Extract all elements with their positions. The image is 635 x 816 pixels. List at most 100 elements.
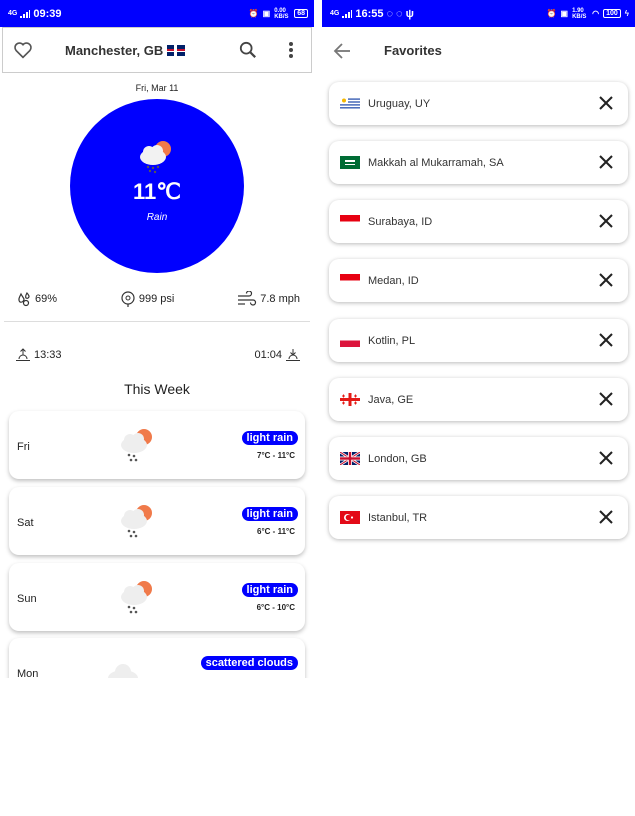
forecast-card-mon[interactable]: Mon scattered clouds <box>9 638 305 678</box>
gb-flag-icon <box>167 44 186 56</box>
favorite-item[interactable]: Surabaya, ID <box>329 200 628 243</box>
wind-icon <box>238 291 257 306</box>
close-icon[interactable] <box>598 95 614 111</box>
rain-cloud-icon <box>140 141 171 174</box>
condition-badge: scattered clouds <box>200 656 298 670</box>
more-options-button[interactable] <box>279 38 303 62</box>
battery-icon: 100 <box>603 9 621 18</box>
app-bar: Manchester, GB <box>2 27 312 73</box>
whatsapp-icon: ◌ <box>386 7 394 20</box>
signal-icon <box>20 9 31 18</box>
favorite-item[interactable]: Makkah al Mukarramah, SA <box>329 141 628 184</box>
sunset-icon <box>286 349 300 361</box>
close-icon[interactable] <box>598 213 614 229</box>
sunset-stat: 01:04 <box>254 348 300 362</box>
current-date: Fri, Mar 11 <box>135 83 179 93</box>
favorite-item[interactable]: London, GB <box>329 437 628 480</box>
sunrise-time: 13:33 <box>34 349 62 361</box>
vibrate-icon: ▣ <box>560 9 569 18</box>
arrow-back-icon <box>333 43 350 59</box>
back-button[interactable] <box>330 39 354 63</box>
favorite-item[interactable]: Kotlin, PL <box>329 319 628 362</box>
city-name: Manchester, GB <box>65 42 164 58</box>
poland-flag-icon <box>340 334 360 347</box>
favorite-name: Java, GE <box>368 393 414 406</box>
indonesia-flag-icon <box>340 274 360 287</box>
alarm-icon: ⏰ <box>546 9 557 18</box>
weather-stats: 69% 999 psi 7.8 mph <box>0 291 314 307</box>
saudi-flag-icon <box>340 156 360 169</box>
favorite-item[interactable]: Uruguay, UY <box>329 82 628 125</box>
favorite-name: Surabaya, ID <box>368 215 433 228</box>
data-rate: 1.90 KB/S <box>572 7 587 20</box>
uk-flag-icon <box>340 452 360 465</box>
current-temperature: 11℃ <box>133 179 181 204</box>
rain-cloud-icon <box>121 505 152 538</box>
search-button[interactable] <box>236 38 260 62</box>
alarm-icon: ⏰ <box>248 9 259 18</box>
vibrate-icon: ▣ <box>262 9 271 18</box>
humidity-stat: 69% <box>16 291 57 307</box>
favorite-name: Istanbul, TR <box>368 511 428 524</box>
humidity-value: 69% <box>35 293 58 305</box>
favorite-item[interactable]: Medan, ID <box>329 259 628 302</box>
search-icon <box>239 41 256 58</box>
georgia-flag-icon <box>340 393 360 406</box>
close-icon[interactable] <box>598 154 614 170</box>
day-name: Mon <box>17 668 39 678</box>
pressure-value: 999 psi <box>138 293 175 305</box>
network-indicator: 4G <box>330 10 340 17</box>
current-weather-circle: 11℃ Rain <box>70 99 244 273</box>
network-indicator: 4G <box>8 10 18 17</box>
favorite-name: Kotlin, PL <box>368 334 416 347</box>
turkey-flag-icon <box>340 511 360 524</box>
pressure-stat: 999 psi <box>120 291 174 307</box>
battery-icon: 68 <box>294 9 308 18</box>
close-icon[interactable] <box>598 509 614 525</box>
favorite-name: London, GB <box>368 452 427 465</box>
close-icon[interactable] <box>598 332 614 348</box>
forecast-card-sat[interactable]: Sat light rain 6°C - 11°C <box>9 487 305 555</box>
more-vert-icon <box>289 42 293 58</box>
sun-times: 13:33 01:04 <box>0 348 314 362</box>
sunrise-icon <box>16 348 30 361</box>
favorite-button[interactable] <box>11 38 35 62</box>
page-title: Favorites <box>384 43 442 58</box>
signal-icon <box>342 9 353 18</box>
current-condition: Rain <box>146 212 168 223</box>
weather-screen: 4G 09:39 ⏰ ▣ 0.00 KB/S 68 Manchester, GB… <box>0 0 314 678</box>
day-name: Fri <box>17 441 30 453</box>
data-rate: 0.00 KB/S <box>274 7 289 20</box>
day-name: Sun <box>17 593 37 605</box>
app-bar: Favorites <box>322 27 635 74</box>
usb-icon: ψ <box>405 7 414 20</box>
close-icon[interactable] <box>598 450 614 466</box>
status-time: 09:39 <box>33 7 62 20</box>
charging-icon: ϟ <box>624 9 629 18</box>
favorite-item[interactable]: Java, GE <box>329 378 628 421</box>
close-icon[interactable] <box>598 272 614 288</box>
forecast-card-sun[interactable]: Sun light rain 6°C - 10°C <box>9 563 305 631</box>
day-name: Sat <box>17 517 34 529</box>
temp-range: 6°C - 10°C <box>256 603 295 612</box>
favorites-screen: 4G 16:55 ◌ ◌ ψ ⏰ ▣ 1.90 KB/S ◠ 100 ϟ Fav… <box>322 0 635 678</box>
condition-badge: light rain <box>241 431 298 445</box>
temp-range: 7°C - 11°C <box>257 451 295 460</box>
close-icon[interactable] <box>598 391 614 407</box>
rain-cloud-icon <box>121 581 152 614</box>
sunset-time: 01:04 <box>254 349 282 361</box>
week-title: This Week <box>124 381 190 397</box>
temp-range: 6°C - 11°C <box>257 527 295 536</box>
favorite-name: Makkah al Mukarramah, SA <box>368 156 504 169</box>
uruguay-flag-icon <box>340 97 360 110</box>
condition-badge: light rain <box>241 583 298 597</box>
forecast-card-fri[interactable]: Fri light rain 7°C - 11°C <box>9 411 305 479</box>
cloud-icon <box>108 664 138 678</box>
favorite-item[interactable]: Istanbul, TR <box>329 496 628 539</box>
condition-badge: light rain <box>241 507 298 521</box>
wind-value: 7.8 mph <box>260 293 300 305</box>
wifi-icon: ◠ <box>592 9 600 18</box>
heart-outline-icon <box>14 42 32 59</box>
humidity-icon <box>18 291 30 307</box>
pressure-icon <box>121 291 135 307</box>
